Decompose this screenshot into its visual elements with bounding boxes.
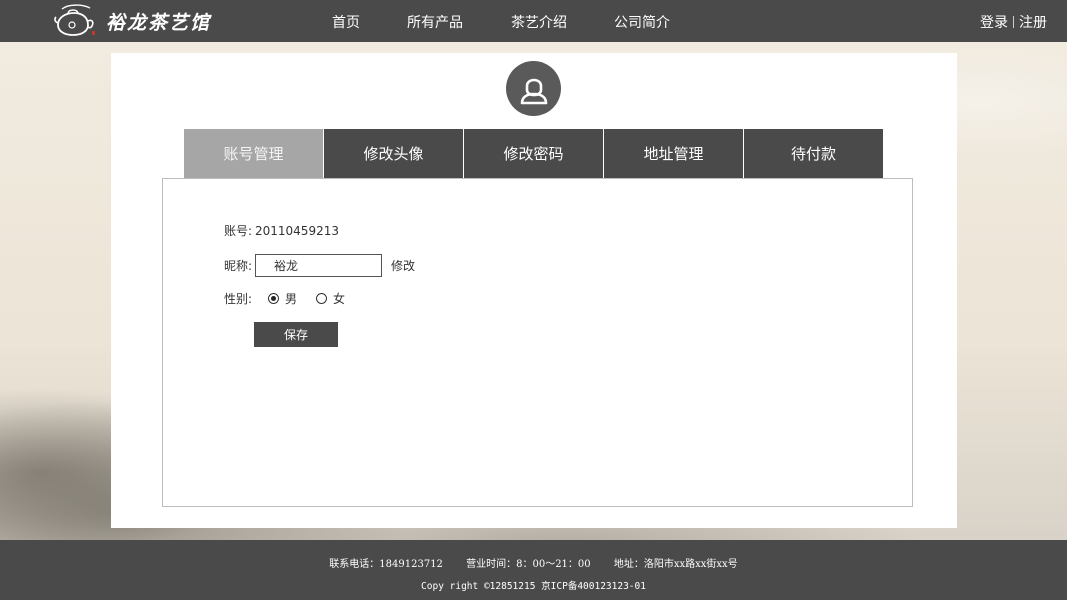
footer-info: 联系电话：1849123712 营业时间：8：00～21：00 地址：洛阳市xx…	[0, 555, 1067, 570]
nav-item-about[interactable]: 公司简介	[614, 12, 670, 32]
tab-password[interactable]: 修改密码	[464, 129, 603, 178]
auth-divider	[1013, 16, 1014, 28]
register-link[interactable]: 注册	[1019, 12, 1047, 32]
site-footer: 联系电话：1849123712 营业时间：8：00～21：00 地址：洛阳市xx…	[0, 540, 1067, 600]
gender-label: 性别:	[223, 292, 252, 306]
top-nav-bar: 裕龙茶艺馆 首页 所有产品 茶艺介绍 公司简介 登录 注册	[0, 0, 1067, 42]
account-panel: 账号管理 修改头像 修改密码 地址管理 待付款 账号: 20110459213 …	[111, 53, 957, 528]
tab-pending-payment[interactable]: 待付款	[744, 129, 883, 178]
footer-phone: 联系电话：1849123712	[329, 559, 443, 570]
footer-hours: 营业时间：8：00～21：00	[466, 559, 591, 570]
login-link[interactable]: 登录	[980, 12, 1008, 32]
brand-logo[interactable]: 裕龙茶艺馆	[52, 3, 211, 39]
account-row: 账号: 20110459213	[219, 222, 339, 239]
brand-name: 裕龙茶艺馆	[106, 11, 212, 34]
nickname-input[interactable]	[255, 254, 382, 277]
nickname-row: 昵称: 修改	[219, 254, 415, 277]
account-label: 账号:	[223, 224, 252, 238]
footer-copyright: Copy right ©12851215 京ICP备400123123-01	[421, 581, 646, 592]
footer-address: 地址：洛阳市xx路xx街xx号	[613, 559, 738, 570]
gender-row: 性别: 男 女	[219, 290, 352, 307]
nav-item-home[interactable]: 首页	[332, 12, 360, 32]
user-avatar-icon	[520, 78, 547, 104]
gender-male-radio[interactable]	[268, 293, 279, 304]
teapot-logo-icon	[54, 4, 95, 36]
modify-nickname-link[interactable]: 修改	[391, 257, 415, 274]
save-button[interactable]: 保存	[254, 322, 338, 347]
tab-account[interactable]: 账号管理	[184, 129, 323, 178]
nickname-label: 昵称:	[223, 259, 252, 273]
user-avatar[interactable]	[506, 61, 561, 116]
gender-female-radio[interactable]	[316, 293, 328, 304]
gender-male-label[interactable]: 男	[285, 290, 297, 307]
nav-item-products[interactable]: 所有产品	[407, 12, 463, 32]
account-form: 账号: 20110459213 昵称: 修改 性别: 男 女 保存	[162, 178, 913, 507]
account-tabs: 账号管理 修改头像 修改密码 地址管理 待付款	[184, 129, 883, 178]
gender-female-label[interactable]: 女	[333, 290, 345, 307]
nav-item-tea-art[interactable]: 茶艺介绍	[511, 12, 567, 32]
account-value: 20110459213	[255, 223, 339, 238]
auth-links: 登录 注册	[980, 12, 1047, 32]
tab-avatar[interactable]: 修改头像	[324, 129, 463, 178]
tab-address[interactable]: 地址管理	[604, 129, 743, 178]
